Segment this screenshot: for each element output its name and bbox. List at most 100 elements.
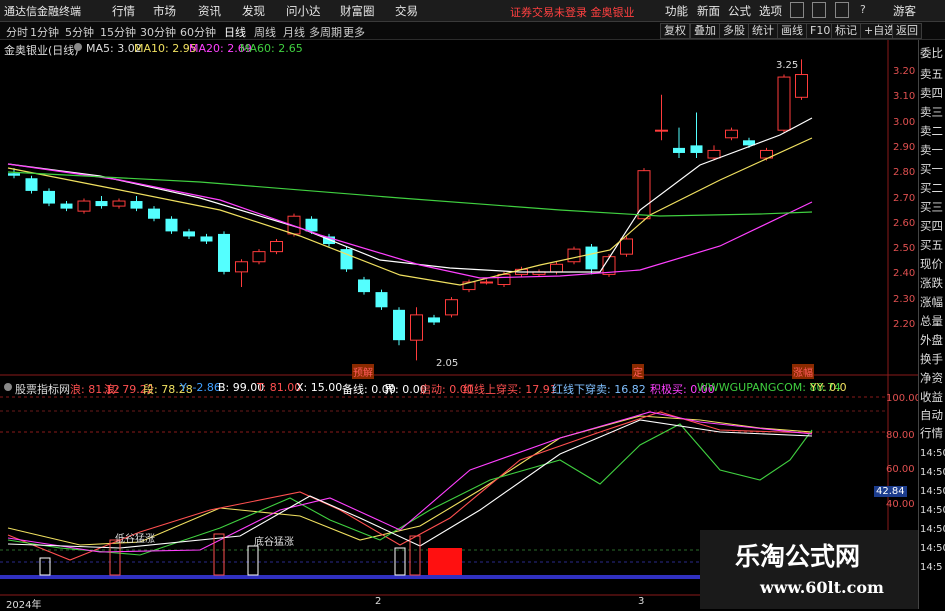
menu-item-new-page[interactable]: 新面 <box>697 3 720 19</box>
candle-body <box>43 190 55 204</box>
side-item[interactable]: 卖二 <box>920 123 943 139</box>
indicator-settings-icon[interactable] <box>4 383 12 391</box>
candle-body <box>218 233 230 272</box>
back-button[interactable]: 返回 <box>892 23 922 39</box>
price-tick: 3.10 <box>893 91 916 103</box>
marker-3: 涨幅 <box>792 364 814 379</box>
menu-item-news[interactable]: 资讯 <box>198 3 221 19</box>
kline-chart[interactable] <box>0 40 918 609</box>
candle-body <box>130 201 143 209</box>
candle-body <box>585 246 598 270</box>
candle-body <box>707 149 721 159</box>
indicator-title: 股票指标网 <box>15 383 70 396</box>
side-item[interactable]: 买三 <box>920 199 943 215</box>
price-tick: 2.50 <box>893 243 916 255</box>
side-item[interactable]: 卖五 <box>920 66 943 82</box>
price-tick: 2.90 <box>893 141 916 153</box>
help-icon[interactable]: ? <box>860 3 866 16</box>
menu-item-market[interactable]: 市场 <box>153 3 176 19</box>
side-item[interactable]: 总量 <box>920 313 943 329</box>
candle-body <box>305 218 318 232</box>
period-weekly[interactable]: 周线 <box>254 24 276 40</box>
candle-body <box>620 238 633 255</box>
side-item[interactable]: 收益 <box>920 389 943 405</box>
menu-item-function[interactable]: 功能 <box>665 3 688 19</box>
time-label: 14:50 <box>920 448 945 459</box>
side-item[interactable]: 买五 <box>920 237 943 253</box>
side-item[interactable]: 委比 <box>920 45 943 61</box>
time-label: 14:5 <box>920 562 943 573</box>
window-skin-icon[interactable] <box>835 2 849 18</box>
candle-body <box>252 251 266 263</box>
price-tick: 2.70 <box>893 192 916 204</box>
period-1min[interactable]: 1分钟 <box>30 24 59 40</box>
candle-body <box>148 208 160 219</box>
price-tick: 2.20 <box>893 319 916 330</box>
price-tick: 2.40 <box>893 268 916 280</box>
ma20-line <box>7 163 813 279</box>
price-tick: 2.30 <box>893 293 916 305</box>
time-label: 14:50 <box>920 486 945 497</box>
candle-body <box>777 76 791 131</box>
low-price-label: 2.05 <box>436 358 459 369</box>
ma10-label: MA10: 2.95 <box>134 42 197 55</box>
period-30min[interactable]: 30分钟 <box>140 24 176 40</box>
overlay-button[interactable]: 叠加 <box>690 23 720 39</box>
draw-line-button[interactable]: 画线 <box>777 23 807 39</box>
price-tick: 3.20 <box>893 66 916 77</box>
menu-item-wealth[interactable]: 财富圈 <box>340 3 375 19</box>
candle-body <box>637 170 651 220</box>
window-settings-icon[interactable] <box>790 2 804 18</box>
adjust-button[interactable]: 复权 <box>660 23 690 39</box>
period-15min[interactable]: 15分钟 <box>100 24 136 40</box>
side-item[interactable]: 换手 <box>920 351 943 367</box>
menu-item-ask[interactable]: 问小达 <box>286 3 321 19</box>
menu-item-options[interactable]: 选项 <box>759 3 782 19</box>
window-layout-icon[interactable] <box>812 2 826 18</box>
side-item[interactable]: 买二 <box>920 180 943 196</box>
side-item[interactable]: 现价 <box>920 256 943 272</box>
mark-button[interactable]: 标记 <box>831 23 861 39</box>
period-timeshare[interactable]: 分时 <box>6 24 28 40</box>
menu-item-discover[interactable]: 发现 <box>242 3 265 19</box>
indicator-bar <box>109 539 121 576</box>
candle-body <box>690 145 703 153</box>
marker-1: 预解 <box>352 364 374 379</box>
indicator-bar <box>39 557 51 576</box>
side-item[interactable]: 卖一 <box>920 142 943 158</box>
side-item[interactable]: 外盘 <box>920 332 943 348</box>
period-more[interactable]: 更多 <box>343 24 365 40</box>
indicator-value: T: 81.00 <box>257 381 302 394</box>
side-item[interactable]: 买一 <box>920 161 943 177</box>
side-item[interactable]: 卖四 <box>920 85 943 101</box>
side-item[interactable]: 涨跌 <box>920 275 943 291</box>
period-5min[interactable]: 5分钟 <box>65 24 94 40</box>
menu-item-trade[interactable]: 交易 <box>395 3 418 19</box>
candle-body <box>725 129 738 139</box>
multi-stock-button[interactable]: 多股 <box>719 23 749 39</box>
period-monthly[interactable]: 月线 <box>283 24 305 40</box>
user-label[interactable]: 游客 <box>893 3 916 19</box>
side-item[interactable]: 买四 <box>920 218 943 234</box>
stock-name: 金奥银业(日线) <box>4 44 79 57</box>
menu-item-formula[interactable]: 公式 <box>728 3 751 19</box>
candle-body <box>95 201 108 207</box>
period-daily[interactable]: 日线 <box>224 24 246 40</box>
settings-dot-icon[interactable] <box>74 43 82 51</box>
side-item[interactable]: 自动 <box>920 407 943 423</box>
period-60min[interactable]: 60分钟 <box>180 24 216 40</box>
menu-item-quotes[interactable]: 行情 <box>112 3 135 19</box>
date-label-feb: 2 <box>375 596 382 607</box>
indicator-tick: 60.00 <box>886 464 915 475</box>
side-item[interactable]: 涨幅 <box>920 294 943 310</box>
period-multi[interactable]: 多周期 <box>309 24 342 40</box>
side-item[interactable]: 净资 <box>920 370 943 386</box>
candle-body <box>795 74 808 98</box>
price-tick: 2.80 <box>893 167 916 179</box>
indicator-line-yellow <box>7 415 813 546</box>
stats-button[interactable]: 统计 <box>748 23 778 39</box>
side-item[interactable]: 卖三 <box>920 104 943 120</box>
login-notice[interactable]: 证券交易未登录 金奥银业 <box>510 4 635 20</box>
side-item[interactable]: 行情 <box>920 425 943 441</box>
candle-body <box>480 281 493 284</box>
